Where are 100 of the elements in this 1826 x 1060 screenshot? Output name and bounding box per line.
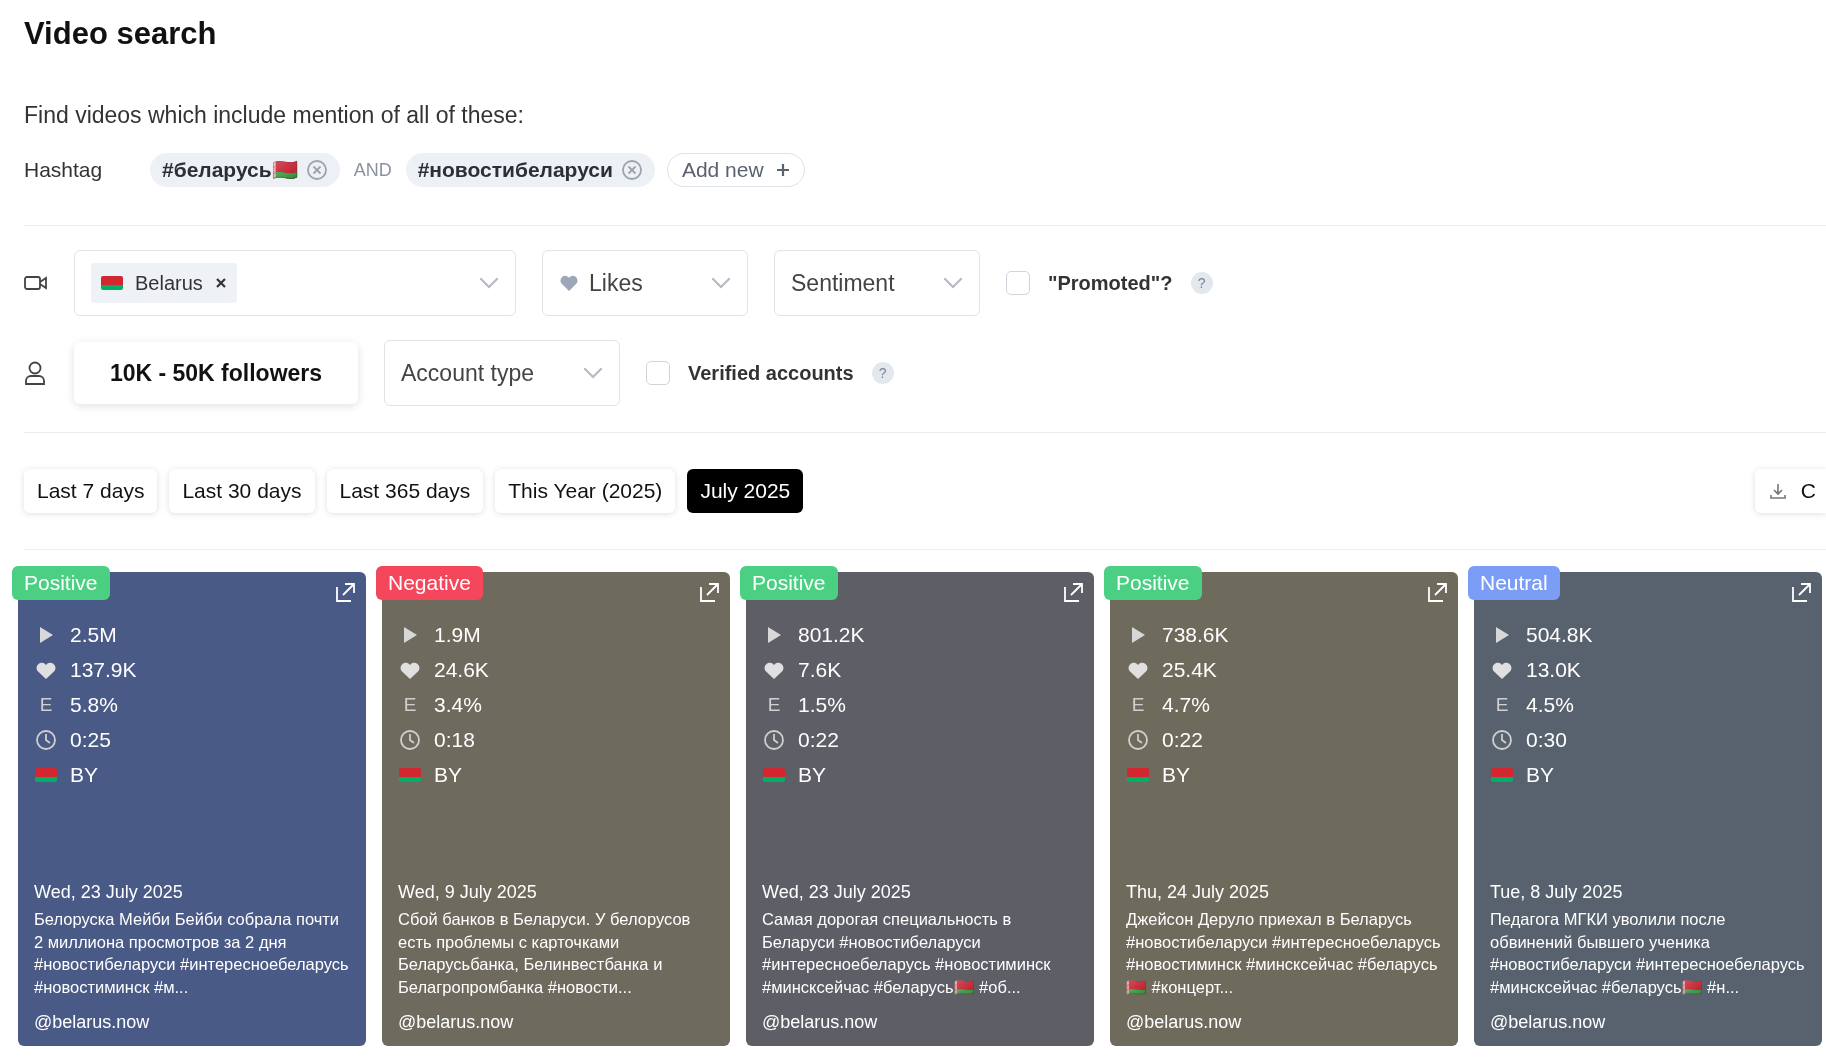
duration: 0:30: [1526, 727, 1567, 753]
and-operator: AND: [353, 158, 392, 182]
flag-icon: [399, 768, 421, 782]
flag-icon: [35, 768, 57, 782]
video-camera-icon: [24, 274, 48, 292]
checkbox-label: "Promoted"?: [1048, 271, 1173, 296]
author-handle[interactable]: @belarus.now: [34, 1010, 350, 1034]
date-range-button[interactable]: Last 7 days: [24, 469, 158, 513]
video-date: Wed, 9 July 2025: [398, 881, 538, 904]
country-code: BY: [434, 762, 462, 788]
promoted-checkbox[interactable]: [1006, 271, 1030, 295]
country-code: BY: [798, 762, 826, 788]
sentiment-badge: Positive: [12, 566, 110, 600]
likes-select[interactable]: Likes: [542, 250, 748, 316]
country-code: BY: [1526, 762, 1554, 788]
close-icon[interactable]: [214, 277, 227, 289]
date-range-button[interactable]: This Year (2025): [495, 469, 676, 513]
hashtag-text: #беларусь🇧🇾: [162, 157, 298, 184]
heart-icon: [398, 660, 422, 680]
select-label: Likes: [589, 268, 643, 298]
select-label: Account type: [401, 358, 534, 388]
verified-checkbox[interactable]: [646, 361, 670, 385]
video-date: Wed, 23 July 2025: [762, 881, 912, 904]
views-count: 504.8K: [1526, 622, 1593, 648]
open-external-icon[interactable]: [700, 582, 720, 602]
likes-count: 7.6K: [798, 657, 842, 683]
author-handle[interactable]: @belarus.now: [1126, 1010, 1442, 1034]
author-handle[interactable]: @belarus.now: [762, 1010, 1078, 1034]
country-code: BY: [70, 762, 98, 788]
author-handle[interactable]: @belarus.now: [398, 1010, 714, 1034]
engagement-rate: 1.5%: [798, 692, 846, 718]
engagement-rate: 4.5%: [1526, 692, 1574, 718]
engagement-label: E: [1130, 692, 1146, 717]
hashtag-label: Hashtag: [24, 157, 104, 184]
heart-icon: [34, 660, 58, 680]
sentiment-select[interactable]: Sentiment: [774, 250, 980, 316]
video-description: Самая дорогая специальность в Беларуси #новостибеларуси #интересноебеларусь #новостиминск #минсксейчас #беларусь🇧🇾 #об...: [762, 909, 1052, 998]
sentiment-badge: Negative: [376, 566, 483, 600]
engagement-label: E: [766, 692, 782, 717]
likes-count: 137.9K: [70, 657, 137, 683]
duration: 0:22: [798, 727, 839, 753]
date-range-button[interactable]: Last 30 days: [169, 469, 315, 513]
engagement-rate: 3.4%: [434, 692, 482, 718]
heart-icon: [762, 660, 786, 680]
export-button[interactable]: C: [1754, 469, 1826, 513]
flag-icon: [1127, 768, 1149, 782]
plus-icon: [775, 163, 790, 177]
chevron-icon: [479, 277, 499, 289]
engagement-label: E: [38, 692, 54, 717]
flag-icon: [763, 768, 785, 782]
video-date: Thu, 24 July 2025: [1126, 881, 1271, 904]
engagement-rate: 4.7%: [1162, 692, 1210, 718]
heart-icon: [1490, 660, 1514, 680]
sentiment-badge: Positive: [740, 566, 838, 600]
duration: 0:18: [434, 727, 475, 753]
open-external-icon[interactable]: [336, 582, 356, 602]
account-type-select[interactable]: Account type: [384, 340, 620, 406]
download-icon: [1768, 482, 1787, 500]
open-external-icon[interactable]: [1792, 582, 1812, 602]
likes-count: 13.0K: [1526, 657, 1581, 683]
duration: 0:25: [70, 727, 111, 753]
followers-range-button[interactable]: 10K - 50K followers: [74, 342, 358, 404]
hashtag-chip[interactable]: #беларусь🇧🇾: [150, 153, 340, 187]
likes-count: 24.6K: [434, 657, 489, 683]
flag-icon: [101, 276, 123, 290]
likes-count: 25.4K: [1162, 657, 1217, 683]
chevron-icon: [583, 367, 603, 379]
open-external-icon[interactable]: [1064, 582, 1084, 602]
video-description: Белоруска Мейби Бейби собрала почти 2 миллиона просмотров за 2 дня #новостибеларуси #интересноебеларусь #новостиминск #м...: [34, 909, 350, 998]
chevron-icon: [943, 277, 963, 289]
video-description: Педагога МГКИ уволили после обвинений бывшего ученика #новостибеларуси #интересноебеларусь #минсксейчас #беларусь🇧🇾 #н...: [1490, 909, 1806, 998]
country-tag[interactable]: Belarus: [91, 263, 237, 303]
author-handle[interactable]: @belarus.now: [1490, 1010, 1806, 1034]
user-icon: [24, 360, 48, 386]
clock-icon: [762, 729, 786, 751]
date-range-button[interactable]: July 2025: [687, 469, 804, 513]
checkbox-label: Verified accounts: [688, 361, 854, 386]
hashtag-text: #новостибеларуси: [417, 157, 613, 184]
hashtag-chip[interactable]: #новостибеларуси: [405, 153, 655, 187]
clock-icon: [398, 729, 422, 751]
clock-icon: [34, 729, 58, 751]
country-name: Belarus: [135, 271, 203, 296]
engagement-label: E: [1494, 692, 1510, 717]
views-count: 1.9M: [434, 622, 481, 648]
page-title: Video search: [24, 15, 218, 53]
sentiment-badge: Neutral: [1468, 566, 1560, 600]
video-description: Сбой банков в Беларуси. У белорусов есть проблемы с карточками Беларусьбанка, Белинвестбанка и Белагропромбанка #новости...: [398, 909, 692, 998]
video-date: Wed, 23 July 2025: [34, 881, 184, 904]
country-select[interactable]: Belarus: [74, 250, 516, 316]
date-range-button[interactable]: Last 365 days: [326, 469, 484, 513]
query-prompt: Find videos which include mention of all of these:: [24, 101, 525, 130]
duration: 0:22: [1162, 727, 1203, 753]
flag-icon: [1491, 768, 1513, 782]
clock-icon: [1490, 729, 1514, 751]
heart-icon: [1126, 660, 1150, 680]
views-count: 2.5M: [70, 622, 117, 648]
video-description: Джейсон Деруло приехал в Беларусь #новостибеларуси #интересноебеларусь #новостиминск #минсксейчас #беларусь🇧🇾 #концерт...: [1126, 909, 1442, 998]
open-external-icon[interactable]: [1428, 582, 1448, 602]
engagement-rate: 5.8%: [70, 692, 118, 718]
engagement-label: E: [402, 692, 418, 717]
